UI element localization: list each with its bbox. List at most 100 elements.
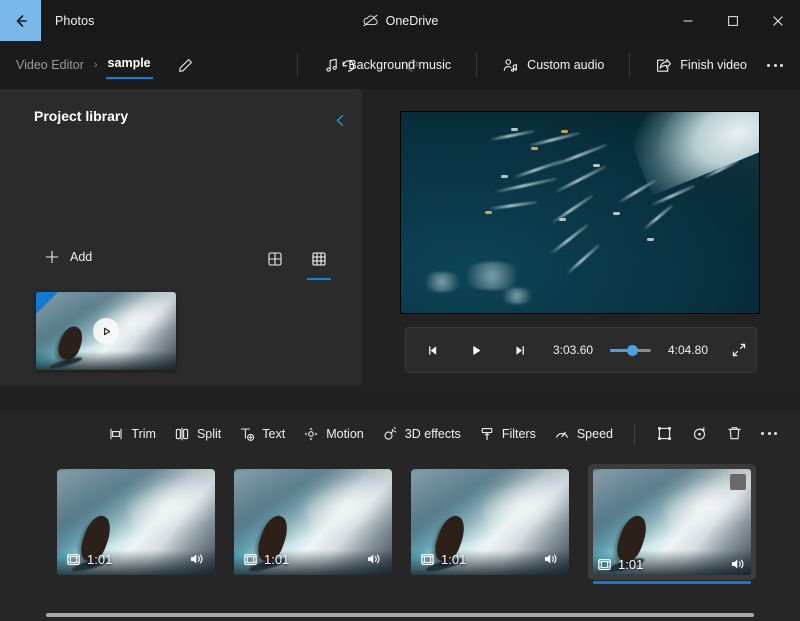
slider-thumb[interactable] — [627, 344, 639, 356]
3d-effects-icon — [382, 426, 398, 442]
preview-surf-trail — [550, 194, 594, 225]
back-button[interactable] — [0, 0, 41, 41]
command-divider-1 — [297, 53, 299, 77]
storyboard-clip[interactable]: 1:01 — [57, 469, 215, 575]
fullscreen-button[interactable] — [722, 333, 756, 367]
expand-fullscreen-icon — [731, 342, 747, 358]
background-music-button[interactable]: Background music — [312, 50, 462, 81]
next-frame-icon — [512, 343, 527, 358]
more-ellipsis-dot — [767, 432, 771, 435]
close-button[interactable] — [755, 0, 800, 41]
timeline-overflow-button[interactable] — [752, 418, 786, 450]
text-add-icon — [239, 426, 255, 442]
speed-button[interactable]: Speed — [545, 420, 622, 448]
speed-icon — [554, 426, 570, 442]
clip-edit-toolbar: Trim Split Text Motion 3D effects Filter… — [0, 410, 800, 457]
grid-2x2-icon — [267, 251, 283, 267]
storyboard-clip[interactable]: 1:01 — [234, 469, 392, 575]
current-time-label: 3:03.60 — [553, 343, 594, 357]
next-frame-button[interactable] — [502, 333, 536, 367]
library-view-toggles — [260, 244, 334, 280]
clip-duration-badge: 1:01 — [420, 552, 466, 567]
clip-volume-button[interactable] — [543, 552, 559, 566]
more-ellipsis-dot — [780, 63, 783, 67]
storyboard-clip[interactable]: 1:01 — [411, 469, 569, 575]
rotate-button[interactable] — [682, 419, 717, 448]
film-strip-icon — [66, 552, 81, 567]
preview-surf-trail — [489, 200, 537, 211]
finish-video-button[interactable]: Finish video — [644, 50, 758, 81]
timeline-area: Trim Split Text Motion 3D effects Filter… — [0, 410, 800, 621]
preview-ocean-background — [401, 112, 759, 313]
crop-frame-icon — [656, 425, 673, 442]
background-music-label: Background music — [348, 58, 452, 72]
window-controls — [665, 0, 800, 41]
command-bar: Video Editor › sample Background music C… — [0, 41, 800, 89]
add-media-button[interactable]: Add — [40, 244, 100, 270]
app-title: Photos — [55, 13, 95, 28]
custom-audio-button[interactable]: Custom audio — [491, 50, 615, 81]
breadcrumb-video-editor[interactable]: Video Editor — [14, 54, 86, 76]
breadcrumb: Video Editor › sample — [14, 52, 153, 79]
storyboard-clip-selected[interactable]: 1:01 — [588, 464, 756, 584]
person-audio-icon — [502, 57, 519, 74]
text-button[interactable]: Text — [230, 420, 294, 448]
grid-view-large-button[interactable] — [260, 244, 290, 274]
editor-upper-area: Project library Add 3:03.60 4:04.80 — [0, 89, 800, 390]
toolbar-divider — [634, 422, 635, 445]
clip-volume-button[interactable] — [189, 552, 205, 566]
maximize-button[interactable] — [710, 0, 755, 41]
crop-aspect-button[interactable] — [647, 419, 682, 448]
chevron-left-icon — [333, 113, 348, 128]
filters-icon — [479, 426, 495, 442]
video-preview[interactable] — [400, 111, 760, 314]
clip-duration-badge: 1:01 — [243, 552, 289, 567]
split-label: Split — [196, 426, 222, 441]
horizontal-scrollbar[interactable] — [46, 613, 754, 617]
split-button[interactable]: Split — [165, 420, 230, 448]
volume-icon — [189, 552, 205, 566]
breadcrumb-current-project[interactable]: sample — [105, 52, 153, 79]
title-bar: Photos OneDrive — [0, 0, 800, 41]
library-play-button[interactable] — [93, 318, 119, 344]
3d-effects-button[interactable]: 3D effects — [373, 420, 470, 448]
motion-button[interactable]: Motion — [294, 420, 373, 448]
rename-project-button[interactable] — [171, 50, 201, 80]
motion-icon — [303, 426, 319, 442]
clip-select-checkbox[interactable] — [730, 474, 746, 490]
collapse-library-button[interactable] — [326, 106, 354, 134]
clip-duration-badge: 1:01 — [597, 557, 643, 572]
preview-surf-trail — [493, 177, 557, 194]
playback-progress-slider[interactable] — [610, 341, 651, 359]
command-overflow-button[interactable] — [758, 49, 792, 81]
trim-label: Trim — [131, 426, 156, 441]
clip-volume-button[interactable] — [366, 552, 382, 566]
preview-surfer — [561, 130, 568, 133]
rotate-icon — [691, 425, 708, 442]
clip-volume-button[interactable] — [730, 557, 746, 571]
add-media-label: Add — [70, 250, 93, 264]
preview-spray — [419, 272, 465, 292]
storyboard-clip-list: 1:01 1:01 1:01 1:01 — [0, 457, 800, 597]
pencil-icon — [177, 57, 194, 74]
preview-player-controls: 3:03.60 4:04.80 — [405, 327, 757, 373]
library-item-surf-video[interactable] — [36, 292, 176, 370]
minimize-icon — [682, 15, 694, 27]
grid-view-small-button[interactable] — [304, 244, 334, 280]
clip-duration-label: 1:01 — [441, 552, 467, 567]
maximize-icon — [727, 15, 739, 27]
more-ellipsis-icon — [767, 63, 770, 67]
more-ellipsis-icon — [761, 432, 764, 435]
film-strip-icon — [243, 552, 258, 567]
filters-button[interactable]: Filters — [470, 420, 545, 448]
volume-icon — [543, 552, 559, 566]
delete-button[interactable] — [717, 419, 752, 448]
clip-duration-label: 1:01 — [618, 557, 644, 572]
trim-button[interactable]: Trim — [99, 420, 165, 448]
minimize-button[interactable] — [665, 0, 710, 41]
play-button[interactable] — [459, 333, 493, 367]
command-divider-2 — [476, 53, 478, 77]
previous-frame-button[interactable] — [416, 333, 450, 367]
preview-surf-trail — [642, 204, 674, 231]
clip-duration-label: 1:01 — [264, 552, 290, 567]
